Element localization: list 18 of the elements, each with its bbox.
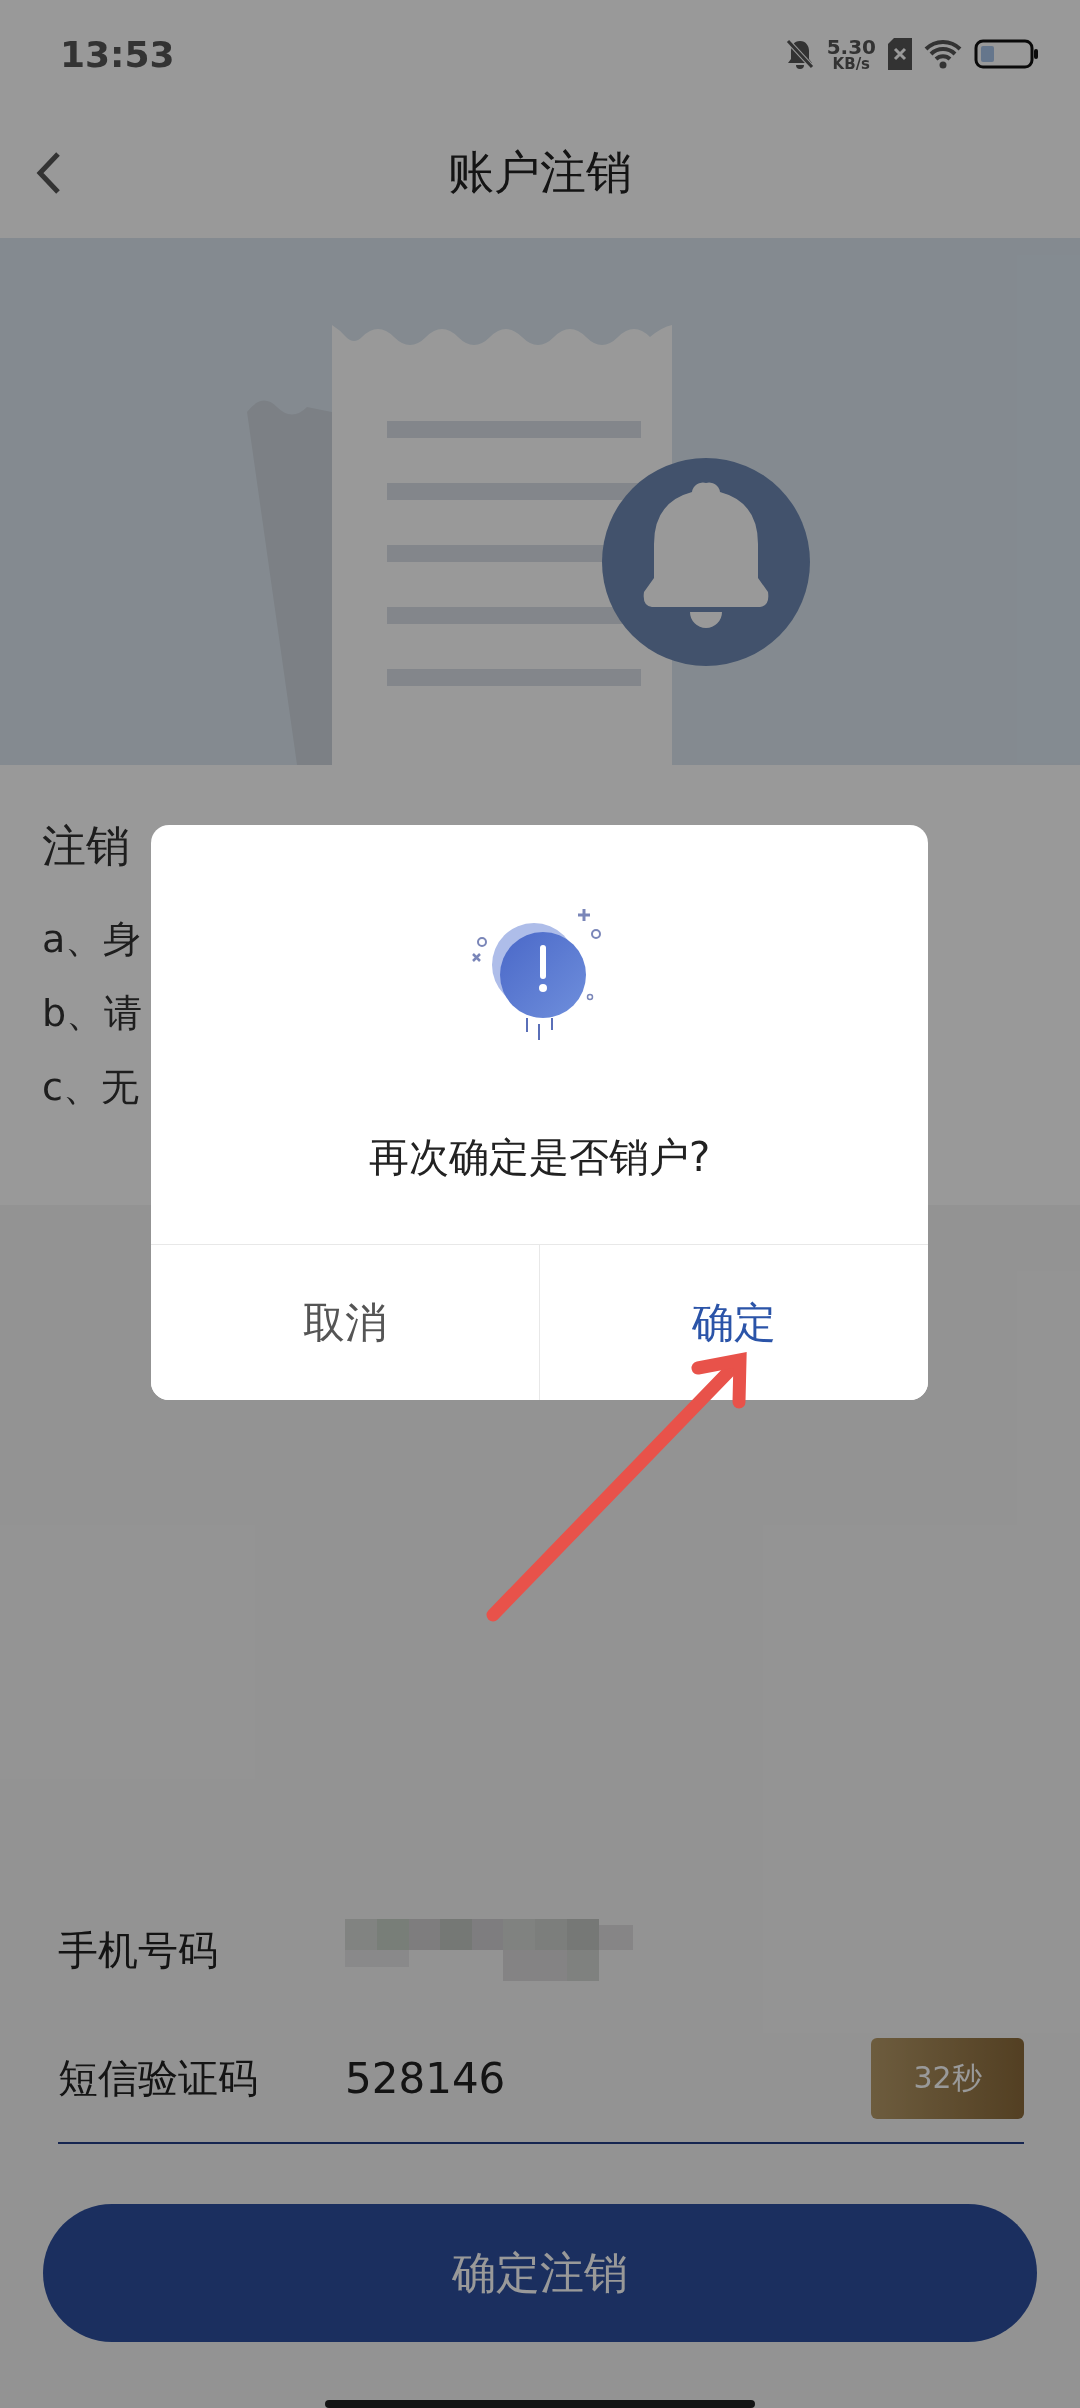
battery-icon bbox=[974, 39, 1040, 69]
field-label: 短信验证码 bbox=[58, 2053, 259, 2103]
page-title: 账户注销 bbox=[448, 144, 632, 201]
status-time: 13:53 bbox=[60, 33, 176, 75]
network-speed-unit: KB/s bbox=[832, 56, 871, 72]
sim-error-icon bbox=[888, 38, 912, 70]
confirm-cancel-account-button[interactable]: 确定注销 bbox=[43, 2204, 1037, 2342]
field-label: 手机号码 bbox=[58, 1925, 219, 1975]
confirm-button[interactable]: 确定 bbox=[539, 1245, 928, 1400]
muted-bell-icon bbox=[784, 38, 815, 70]
notice-item: a、身 bbox=[42, 916, 143, 963]
wifi-icon bbox=[924, 39, 962, 69]
dialog-message: 再次确定是否销户? bbox=[368, 1133, 711, 1182]
notice-item: c、无 bbox=[42, 1064, 140, 1111]
network-speed: 5.30 bbox=[826, 36, 876, 57]
code-field[interactable]: 528146 bbox=[345, 2053, 871, 2103]
notice-heading: 注销 bbox=[42, 819, 131, 873]
notice-item: b、请 bbox=[42, 990, 144, 1037]
